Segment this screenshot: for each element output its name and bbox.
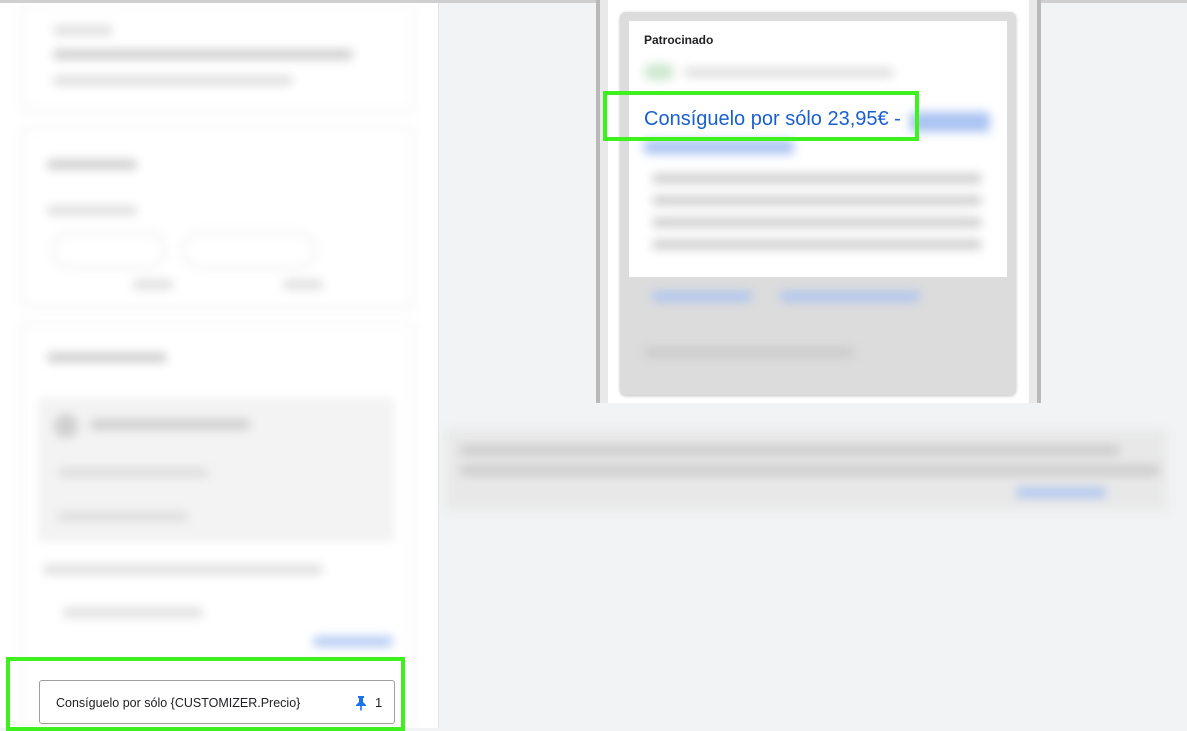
ad-preview-card: Patrocinado <box>620 12 1016 395</box>
sponsored-label: Patrocinado <box>644 33 714 47</box>
blurred-section-3 <box>22 322 414 728</box>
pin-icon[interactable] <box>354 695 368 711</box>
ad-editor-panel: Consíguelo por sólo {CUSTOMIZER.Precio} … <box>0 3 439 728</box>
ad-headline-link[interactable]: Consíguelo por sólo 23,95€ - <box>644 108 901 131</box>
blurred-disclaimer <box>446 430 1167 510</box>
headline-input[interactable]: Consíguelo por sólo {CUSTOMIZER.Precio} … <box>39 680 395 724</box>
headline-input-value: Consíguelo por sólo {CUSTOMIZER.Precio} <box>56 696 301 710</box>
blurred-section-1 <box>22 3 414 111</box>
pin-position-count: 1 <box>375 695 383 710</box>
blurred-section-2 <box>22 127 414 307</box>
